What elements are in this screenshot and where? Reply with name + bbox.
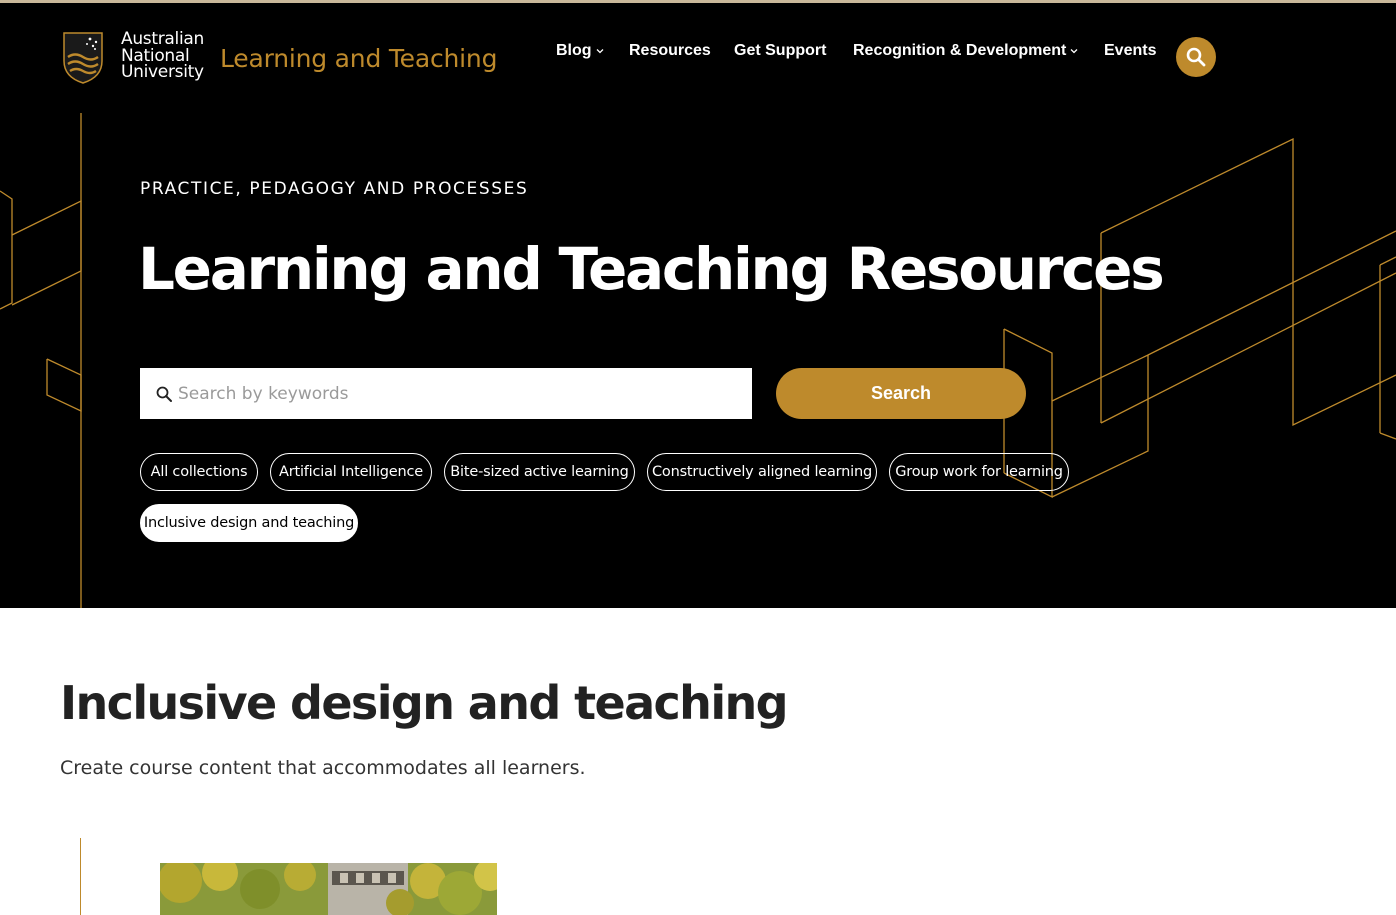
- nav-get-support[interactable]: Get Support: [734, 41, 826, 61]
- search-field[interactable]: [140, 368, 752, 419]
- resource-thumbnail-image[interactable]: [160, 863, 497, 915]
- nav-resources[interactable]: Resources: [629, 41, 711, 61]
- chip-inclusive-design-and-teaching[interactable]: Inclusive design and teaching: [140, 504, 358, 542]
- search-button[interactable]: Search: [776, 368, 1026, 419]
- nav-recognition-development[interactable]: Recognition & Development: [853, 41, 1078, 61]
- site-title[interactable]: Learning and Teaching: [220, 44, 497, 73]
- nav-label: Get Support: [734, 42, 827, 59]
- nav-blog[interactable]: Blog: [556, 41, 604, 61]
- header-search-button[interactable]: [1176, 37, 1216, 77]
- chip-group-work-for-learning[interactable]: Group work for learning: [889, 453, 1069, 491]
- nav-label: Blog: [556, 42, 592, 59]
- nav-events[interactable]: Events: [1104, 41, 1156, 61]
- decorative-rule: [80, 838, 81, 915]
- hero-banner: Australian National University Learning …: [0, 3, 1396, 608]
- page-title: Learning and Teaching Resources: [138, 235, 1165, 303]
- wordmark-line: University: [121, 62, 204, 82]
- section-title: Inclusive design and teaching: [60, 676, 789, 730]
- search-input[interactable]: [178, 368, 738, 419]
- search-icon: [1186, 47, 1206, 67]
- anu-crest-logo[interactable]: [62, 31, 104, 85]
- chip-bite-sized-active-learning[interactable]: Bite-sized active learning: [444, 453, 635, 491]
- chip-all-collections[interactable]: All collections: [140, 453, 258, 491]
- chip-artificial-intelligence[interactable]: Artificial Intelligence: [270, 453, 432, 491]
- chevron-down-icon: [596, 49, 604, 54]
- nav-label: Recognition & Development: [853, 42, 1067, 59]
- nav-label: Resources: [629, 42, 711, 59]
- hero-eyebrow: PRACTICE, PEDAGOGY AND PROCESSES: [140, 179, 529, 199]
- nav-label: Events: [1104, 42, 1157, 59]
- section-description: Create course content that accommodates …: [60, 757, 586, 779]
- chevron-down-icon: [1070, 49, 1078, 54]
- search-icon: [156, 386, 172, 402]
- chip-constructively-aligned-learning[interactable]: Constructively aligned learning: [647, 453, 877, 491]
- anu-wordmark[interactable]: Australian National University: [121, 31, 204, 81]
